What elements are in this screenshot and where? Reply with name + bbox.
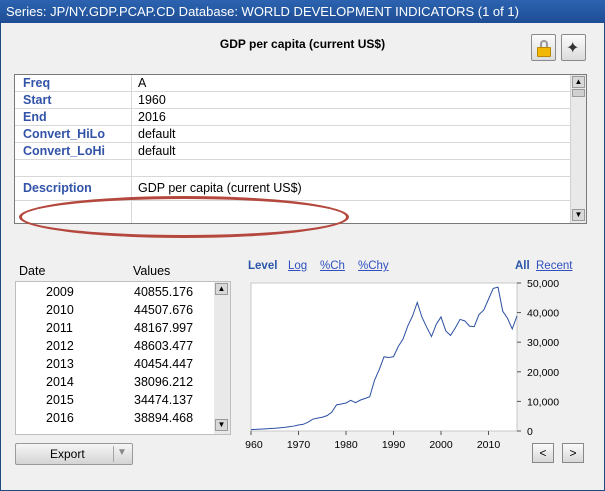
table-scrollbar[interactable]: ▲ ▼ [214,282,230,434]
attr-row-blank [15,160,570,177]
table-row[interactable]: 2013 40454.447 [16,355,212,373]
table-row[interactable]: 2015 34474.137 [16,391,212,409]
attr-key: Convert_HiLo [23,127,105,141]
table-row[interactable]: 2014 38096.212 [16,373,212,391]
y-tick-label: 30,000 [527,337,559,349]
attr-row-convert-lohi: Convert_LoHi default [15,143,570,160]
scroll-up-icon[interactable]: ▲ [572,76,585,88]
view-level-link[interactable]: Level [248,260,277,272]
attr-row-convert-hilo: Convert_HiLo default [15,126,570,143]
view-pct-change-year-link[interactable]: %Chy [358,260,389,272]
lock-button[interactable] [531,34,556,61]
data-table: 2009 40855.176 2010 44507.676 2011 48167… [15,281,231,435]
table-row[interactable]: 2012 48603.477 [16,337,212,355]
x-tick-label: 1980 [334,439,358,451]
attr-key: Convert_LoHi [23,144,105,158]
series-window: GDP per capita (current US$) ✦ Freq A St… [1,23,604,490]
x-tick-label: 1970 [287,439,311,451]
description-highlight-annotation [19,196,349,238]
view-pct-change-link[interactable]: %Ch [320,260,345,272]
x-tick-label: 1960 [245,439,263,451]
attr-key: End [23,110,47,124]
range-all-link[interactable]: All [515,260,530,272]
scroll-down-icon[interactable]: ▼ [572,209,585,221]
attr-value[interactable]: A [138,76,146,90]
y-tick-label: 40,000 [527,308,559,320]
table-row[interactable]: 2009 40855.176 [16,283,212,301]
prev-series-button[interactable]: < [532,443,554,463]
attr-row-freq: Freq A [15,75,570,92]
x-tick-label: 2000 [429,439,453,451]
page-title: GDP per capita (current US$) [219,37,386,51]
range-recent-link[interactable]: Recent [536,260,572,272]
chevron-down-icon[interactable]: ▼ [117,447,127,458]
table-row[interactable]: 2010 44507.676 [16,301,212,319]
values-column-header[interactable]: Values [133,264,170,278]
attr-key: Description [23,181,92,195]
new-window-icon: ✦ [566,40,580,57]
table-row[interactable]: 2016 38894.468 [16,409,212,427]
window-titlebar: Series: JP/NY.GDP.PCAP.CD Database: WORL… [0,0,605,23]
y-tick-label: 20,000 [527,367,559,379]
attr-value[interactable]: GDP per capita (current US$) [138,181,302,195]
new-window-button[interactable]: ✦ [561,34,586,61]
export-button[interactable]: Export ▼ [15,443,133,465]
attr-row-description: Description GDP per capita (current US$) [15,177,570,201]
scroll-up-icon[interactable]: ▲ [215,283,228,295]
data-table-header: Date Values [15,261,231,281]
scroll-thumb[interactable] [572,89,585,97]
attr-key: Freq [23,76,51,90]
attr-value[interactable]: 2016 [138,110,166,124]
attr-row-start: Start 1960 [15,92,570,109]
view-log-link[interactable]: Log [288,260,307,272]
attributes-scrollbar[interactable]: ▲ ▼ [570,75,586,223]
y-tick-label: 10,000 [527,396,559,408]
next-series-button[interactable]: > [562,443,584,463]
y-tick-label: 0 [527,426,533,438]
attr-row-end: End 2016 [15,109,570,126]
table-row[interactable]: 2011 48167.997 [16,319,212,337]
attributes-panel: Freq A Start 1960 End 2016 Convert_HiLo … [14,74,587,238]
x-tick-label: 1990 [382,439,406,451]
attr-key: Start [23,93,52,107]
attr-value[interactable]: default [138,144,176,158]
y-tick-label: 50,000 [527,278,559,290]
x-tick-label: 2010 [477,439,501,451]
date-column-header[interactable]: Date [19,264,45,278]
scroll-down-icon[interactable]: ▼ [215,419,228,431]
gdp-line-chart: 0 10,000 20,000 30,000 40,000 50,000 1960 1970 1… [245,278,559,451]
attr-value[interactable]: default [138,127,176,141]
attr-value[interactable]: 1960 [138,93,166,107]
